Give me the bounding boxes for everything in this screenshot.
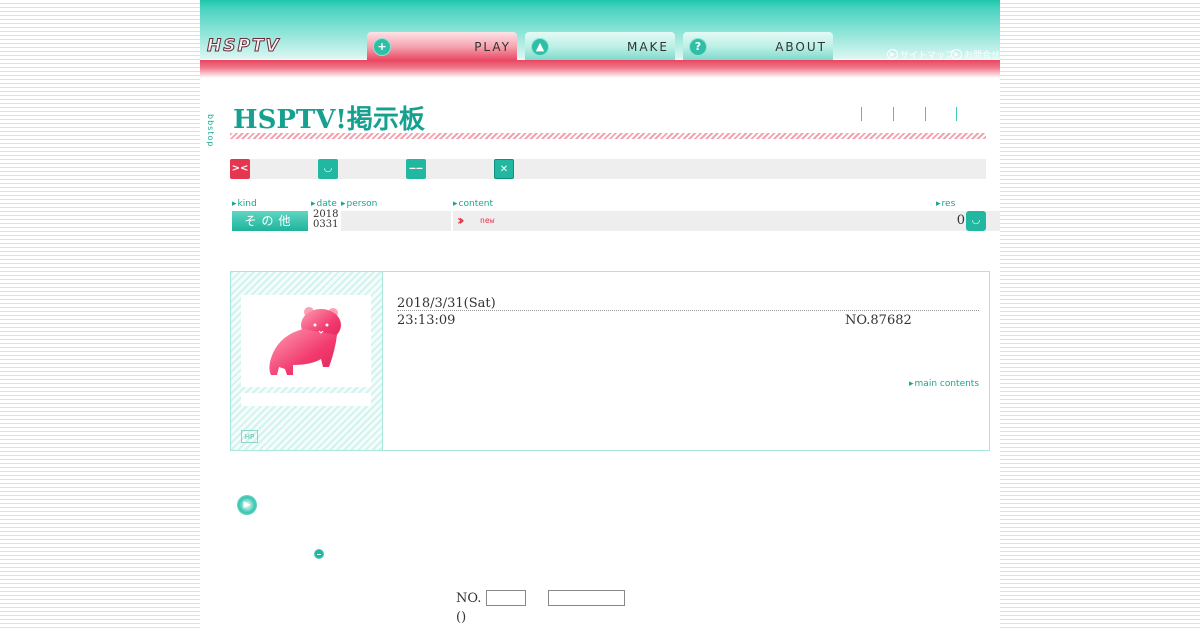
bbstop-link[interactable]: bbstop xyxy=(206,114,215,147)
paren-text: () xyxy=(456,610,467,625)
play-button[interactable]: ▶ xyxy=(237,495,257,515)
plus-icon: + xyxy=(373,38,391,56)
kind-header: kind xyxy=(232,199,257,209)
post-date: 2018/3/31(Sat) xyxy=(397,296,496,311)
avatar xyxy=(241,295,371,387)
content-cell[interactable]: ›› new xyxy=(453,211,1000,231)
site-logo[interactable]: HSPTV xyxy=(207,36,333,56)
tab-play[interactable]: + PLAY xyxy=(367,32,517,61)
double-chevron-icon: ›› xyxy=(457,213,464,229)
tab-about[interactable]: ? ABOUT xyxy=(683,32,833,61)
content-header: content xyxy=(453,199,493,209)
smile-face-icon[interactable]: ◡ xyxy=(318,159,338,179)
question-icon: ? xyxy=(689,38,707,56)
post-time: 23:13:09 xyxy=(397,313,456,328)
post-divider xyxy=(397,310,979,311)
status-bar: >< ◡ ‒‒ ✕ xyxy=(230,159,986,179)
post-sidebar: HP xyxy=(231,272,383,450)
person-header: person xyxy=(341,199,378,209)
pink-bear-icon xyxy=(269,307,341,375)
date-header: date xyxy=(311,199,337,209)
res-header: res xyxy=(936,199,956,209)
title-separator xyxy=(893,107,894,121)
title-divider xyxy=(230,133,986,139)
arrow-circle-icon: ▶ xyxy=(951,49,962,60)
post-box: HP 2018/3/31(Sat) 23:13:09 NO.87682 main… xyxy=(230,271,990,451)
page: HSPTV + PLAY ▲ MAKE ? ABOUT ▶ サイトマップ ▶ お… xyxy=(200,0,1000,630)
homepage-icon[interactable]: HP xyxy=(241,430,258,443)
post-number: NO.87682 xyxy=(845,313,912,328)
no-label: NO. xyxy=(456,591,482,606)
person-cell xyxy=(341,211,451,231)
angry-face-icon[interactable]: >< xyxy=(230,159,250,179)
cross-icon[interactable]: ✕ xyxy=(494,159,514,179)
neutral-face-icon[interactable]: ‒‒ xyxy=(406,159,426,179)
date-month-day: 0331 xyxy=(313,219,339,230)
tab-about-label: ABOUT xyxy=(775,40,827,54)
title-separator xyxy=(925,107,926,121)
page-title: HSPTV!掲示板 xyxy=(233,105,425,135)
tab-make[interactable]: ▲ MAKE xyxy=(525,32,675,61)
name-plate xyxy=(241,393,371,406)
header-band xyxy=(200,60,1000,78)
post-number-input[interactable] xyxy=(486,590,526,606)
up-arrow-icon: ▲ xyxy=(531,38,549,56)
main-contents-link[interactable]: main contents xyxy=(909,379,980,389)
minus-icon[interactable] xyxy=(314,549,324,559)
password-input[interactable] xyxy=(548,590,625,606)
new-badge: new xyxy=(480,216,495,225)
tab-make-label: MAKE xyxy=(626,40,669,54)
kind-badge: その他 xyxy=(232,211,308,231)
arrow-circle-icon: ▶ xyxy=(887,49,898,60)
res-count: 0 xyxy=(935,211,965,231)
title-separator xyxy=(956,107,957,121)
tab-play-label: PLAY xyxy=(474,40,511,54)
smile-face-icon[interactable]: ◡ xyxy=(966,211,986,231)
title-separator xyxy=(861,107,862,121)
